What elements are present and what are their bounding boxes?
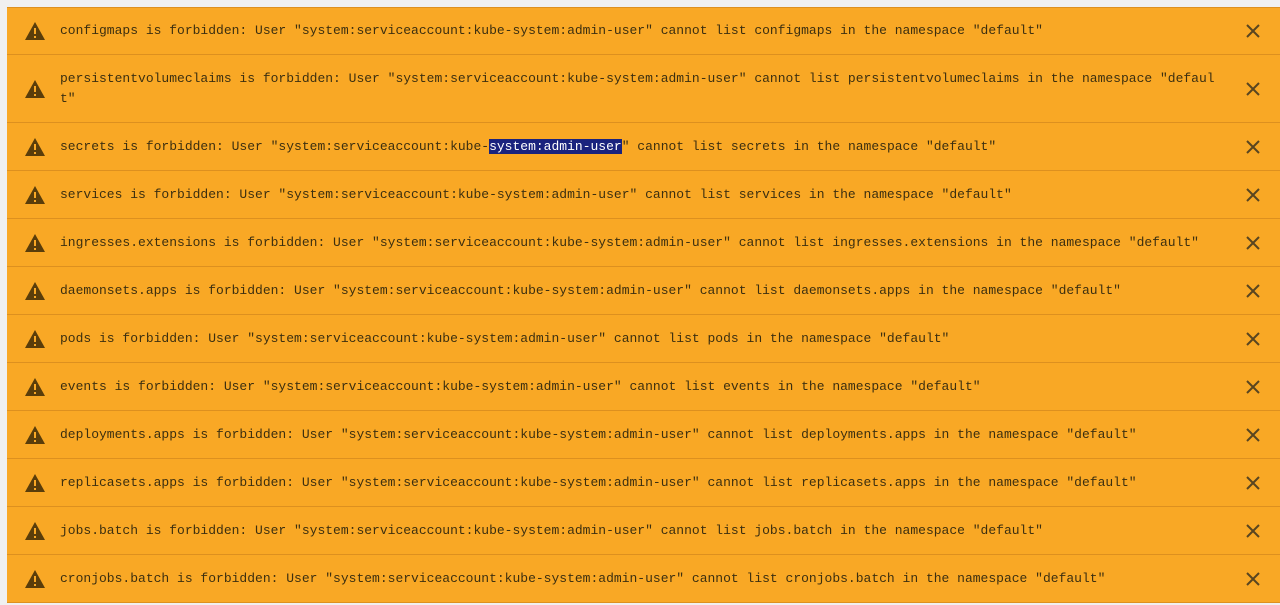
close-icon[interactable] — [1245, 81, 1261, 97]
warning-icon — [25, 22, 45, 40]
notification-list: configmaps is forbidden: User "system:se… — [7, 7, 1280, 603]
close-icon[interactable] — [1245, 331, 1261, 347]
close-icon[interactable] — [1245, 427, 1261, 443]
notification-message: replicasets.apps is forbidden: User "sys… — [60, 474, 1137, 490]
notification-replicasets: replicasets.apps is forbidden: User "sys… — [7, 459, 1280, 507]
warning-icon — [25, 329, 45, 348]
close-icon[interactable] — [1245, 523, 1261, 539]
warning-icon — [25, 473, 45, 492]
warning-icon — [25, 377, 45, 396]
close-icon[interactable] — [1245, 475, 1261, 491]
close-icon[interactable] — [1245, 379, 1261, 395]
close-icon[interactable] — [1245, 139, 1261, 155]
message-text-after: " cannot list secrets in the namespace "… — [621, 138, 997, 154]
warning-icon — [25, 521, 45, 540]
message-text-before: secrets is forbidden: User "system:servi… — [60, 138, 490, 154]
notification-persistentvolumeclaims: persistentvolumeclaims is forbidden: Use… — [7, 55, 1280, 123]
notification-configmaps: configmaps is forbidden: User "system:se… — [7, 7, 1280, 55]
notification-ingresses: ingresses.extensions is forbidden: User … — [7, 219, 1280, 267]
notification-daemonsets: daemonsets.apps is forbidden: User "syst… — [7, 267, 1280, 315]
close-icon[interactable] — [1245, 187, 1261, 203]
notification-services: services is forbidden: User "system:serv… — [7, 171, 1280, 219]
selected-text: system:admin-user — [489, 138, 622, 154]
notification-message: secrets is forbidden: User "system:servi… — [60, 137, 1230, 157]
warning-icon — [25, 185, 45, 204]
warning-icon — [25, 79, 45, 98]
notification-deployments: deployments.apps is forbidden: User "sys… — [7, 411, 1280, 459]
warning-icon — [25, 569, 45, 588]
notification-message: persistentvolumeclaims is forbidden: Use… — [60, 70, 1215, 106]
warning-icon — [25, 233, 45, 252]
notification-message: ingresses.extensions is forbidden: User … — [60, 234, 1199, 250]
close-icon[interactable] — [1245, 283, 1261, 299]
notification-jobs: jobs.batch is forbidden: User "system:se… — [7, 507, 1280, 555]
notification-message: deployments.apps is forbidden: User "sys… — [60, 426, 1137, 442]
notification-cronjobs: cronjobs.batch is forbidden: User "syste… — [7, 555, 1280, 603]
notification-message: pods is forbidden: User "system:servicea… — [60, 330, 950, 346]
notification-message: events is forbidden: User "system:servic… — [60, 378, 981, 394]
close-icon[interactable] — [1245, 23, 1261, 39]
notification-message: jobs.batch is forbidden: User "system:se… — [60, 522, 1043, 538]
notification-message: cronjobs.batch is forbidden: User "syste… — [60, 570, 1106, 586]
notification-events: events is forbidden: User "system:servic… — [7, 363, 1280, 411]
notification-message: configmaps is forbidden: User "system:se… — [60, 23, 1043, 38]
notification-pods: pods is forbidden: User "system:servicea… — [7, 315, 1280, 363]
close-icon[interactable] — [1245, 571, 1261, 587]
warning-icon — [25, 137, 45, 156]
notification-message: daemonsets.apps is forbidden: User "syst… — [60, 282, 1121, 298]
notification-secrets: secrets is forbidden: User "system:servi… — [7, 123, 1280, 171]
warning-icon — [25, 281, 45, 300]
close-icon[interactable] — [1245, 235, 1261, 251]
warning-icon — [25, 425, 45, 444]
notification-message: services is forbidden: User "system:serv… — [60, 186, 1012, 202]
